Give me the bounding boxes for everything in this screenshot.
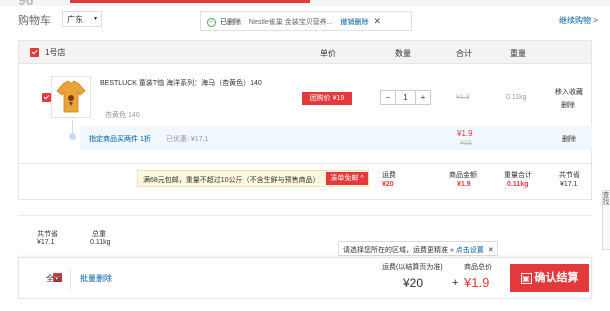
batch-delete-link[interactable]: 批量删除: [80, 273, 112, 284]
deleted-item-name: Nestle雀巢 金装宝贝营养...: [248, 19, 333, 26]
section-divider: [18, 215, 592, 216]
close-icon[interactable]: ✕: [488, 247, 494, 254]
side-search-tab[interactable]: 查找: [602, 190, 610, 250]
column-quantity: 数量: [395, 49, 411, 58]
promo-label[interactable]: 指定商品买两件 1折: [89, 134, 151, 144]
deleted-notice: ✓ 已删除 Nestle雀巢 金装宝贝营养... 撤销删除 ✕: [200, 11, 412, 31]
item-weight: 0.11kg: [506, 94, 527, 101]
summary-shipping-value: ¥20: [382, 181, 394, 188]
close-icon[interactable]: ✕: [373, 16, 381, 26]
promo-subtotal-original: ¥19: [460, 140, 472, 147]
quantity-input[interactable]: 1: [396, 91, 415, 104]
promo-subtotal: ¥1.9: [457, 129, 473, 138]
region-select[interactable]: 广东 ▾: [62, 11, 102, 27]
summary-weight-label: 重量合计: [504, 172, 532, 179]
promo-dot: [69, 133, 76, 140]
plus-sign: +: [452, 277, 459, 289]
check-circle-icon: ✓: [207, 17, 216, 27]
region-tip-text: 请选择您所在的区域，运费更精准 »: [343, 247, 454, 254]
totals-weight-value: 0.11kg: [90, 239, 111, 246]
summary-amount-label: 商品金额: [449, 172, 477, 179]
summary-weight-value: 0.11kg: [507, 181, 529, 188]
promo-row: [80, 126, 592, 150]
product-variant: 杏黄色 140: [105, 112, 140, 119]
promo-saved: 已优惠: ¥17.1: [166, 136, 209, 143]
quantity-stepper: − 1 +: [380, 90, 431, 105]
logo-fragment: 96: [18, 0, 34, 8]
store-name: 1号店: [45, 48, 66, 57]
column-weight: 重量: [510, 49, 526, 58]
side-search-tab-label: 查找: [602, 191, 609, 205]
totals-saved-value: ¥17.1: [37, 239, 55, 246]
free-shipping-message: 满68元包邮，重量不超过10公斤（不含生鲜与预售商品）: [143, 177, 320, 184]
checkout-label: 确认结算: [534, 272, 579, 284]
page-title: 购物车: [18, 15, 51, 27]
increase-button[interactable]: +: [415, 91, 430, 104]
bottom-shipping-value: ¥20: [403, 276, 424, 290]
region-tip-link[interactable]: 点击设置: [456, 247, 484, 254]
free-shipping-button[interactable]: 凑单免邮 ^: [326, 172, 368, 185]
region-select-value: 广东: [67, 15, 83, 24]
logo-accent-bar: [70, 0, 310, 3]
chevron-down-icon: ▾: [93, 16, 97, 22]
product-image[interactable]: [51, 76, 91, 118]
delete-item-link[interactable]: 删除: [561, 100, 575, 110]
group-buy-price-badge: 团购价 ¥19: [302, 92, 352, 105]
summary-shipping-label: 运费: [382, 172, 396, 179]
bottom-total-value: ¥1.9: [464, 275, 490, 290]
totals-weight-label: 总重: [92, 231, 106, 238]
deleted-label: 已删除: [219, 19, 241, 26]
checkout-icon: ▣: [520, 272, 532, 284]
bottom-shipping-label: 运费(以结算页为准): [382, 264, 443, 271]
move-to-favorites-link[interactable]: 移入收藏: [555, 87, 583, 97]
summary-saved-value: ¥17.1: [560, 181, 578, 188]
summary-amount-value: ¥1.9: [457, 181, 471, 188]
continue-shopping-link[interactable]: 继续购物 >: [559, 15, 598, 26]
region-tip: 请选择您所在的区域，运费更精准 » 点击设置 ✕: [338, 241, 498, 256]
decrease-button[interactable]: −: [381, 91, 396, 104]
checkout-button[interactable]: ▣ 确认结算: [510, 264, 589, 292]
product-name[interactable]: BESTLUCK 童装T恤 海洋系列：海马（杏黄色）140: [100, 78, 300, 88]
item-checkbox[interactable]: [41, 93, 51, 102]
store-checkbox[interactable]: [30, 48, 39, 57]
bottom-total-label: 商品总价: [464, 264, 492, 271]
item-original-price: ¥1.9: [456, 94, 470, 101]
column-subtotal: 合计: [456, 49, 472, 58]
promo-delete-link[interactable]: 删除: [562, 134, 576, 144]
column-price: 单价: [320, 49, 336, 58]
summary-saved-label: 共节省: [559, 172, 580, 179]
bottom-divider: [70, 269, 71, 289]
select-all-label[interactable]: 全选: [46, 273, 62, 284]
cart-column-header: [18, 40, 592, 64]
undo-delete-link[interactable]: 撤销删除: [340, 19, 368, 26]
tshirt-icon: [56, 80, 86, 113]
totals-saved-label: 共节省: [37, 231, 58, 238]
